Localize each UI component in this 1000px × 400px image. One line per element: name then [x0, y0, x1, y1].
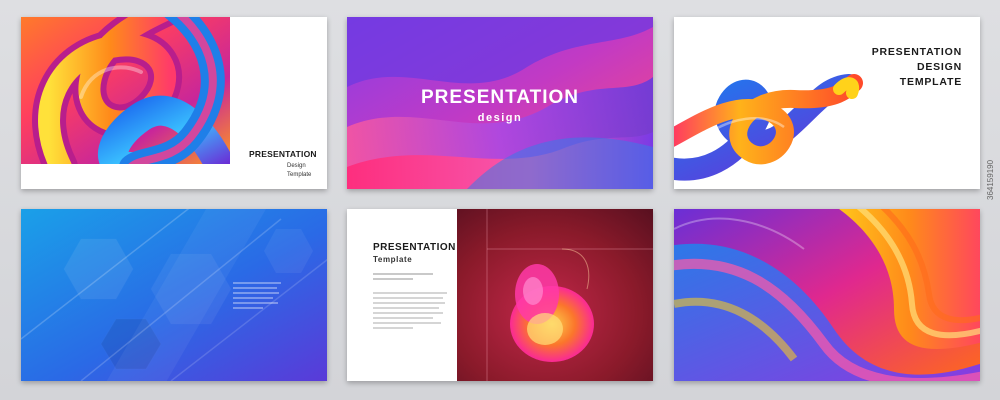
slide-3-line-1: PRESENTATION: [871, 46, 962, 58]
slide-4-thumbnail[interactable]: [21, 209, 327, 381]
slide-1-title: PRESENTATION: [249, 149, 317, 159]
stock-image-id: 364159190: [986, 159, 995, 200]
slide-5-subtitle: Template: [373, 255, 413, 264]
slide-3-thumbnail[interactable]: PRESENTATION DESIGN TEMPLATE: [674, 17, 980, 189]
slide-1-thumbnail[interactable]: PRESENTATION Design Template: [21, 17, 327, 189]
slide-2-title: PRESENTATION: [420, 87, 580, 108]
slide-5-thumbnail[interactable]: PRESENTATION Template: [347, 209, 653, 381]
knot-artwork: [674, 17, 980, 189]
slide-3-line-2: DESIGN: [916, 61, 962, 73]
fluid-stripes-artwork: [674, 209, 980, 381]
slide-2-thumbnail[interactable]: PRESENTATION design: [347, 17, 653, 189]
hexagon-background: [21, 209, 327, 381]
slide-1-line-2: Design: [287, 163, 306, 169]
slide-4-body-placeholder: [233, 282, 281, 312]
slide-1-line-3: Template: [287, 172, 312, 178]
slide-5-divider-2: [373, 278, 413, 280]
slide-5-title: PRESENTATION: [373, 242, 456, 253]
slide-5-divider: [373, 273, 433, 275]
fur-artwork-panel: [457, 209, 653, 381]
slide-6-thumbnail[interactable]: [674, 209, 980, 381]
fluid-loop-artwork: [21, 17, 230, 164]
slide-3-line-3: TEMPLATE: [899, 76, 962, 88]
slide-5-body-placeholder: [373, 292, 447, 332]
slide-2-subtitle: design: [477, 112, 523, 124]
